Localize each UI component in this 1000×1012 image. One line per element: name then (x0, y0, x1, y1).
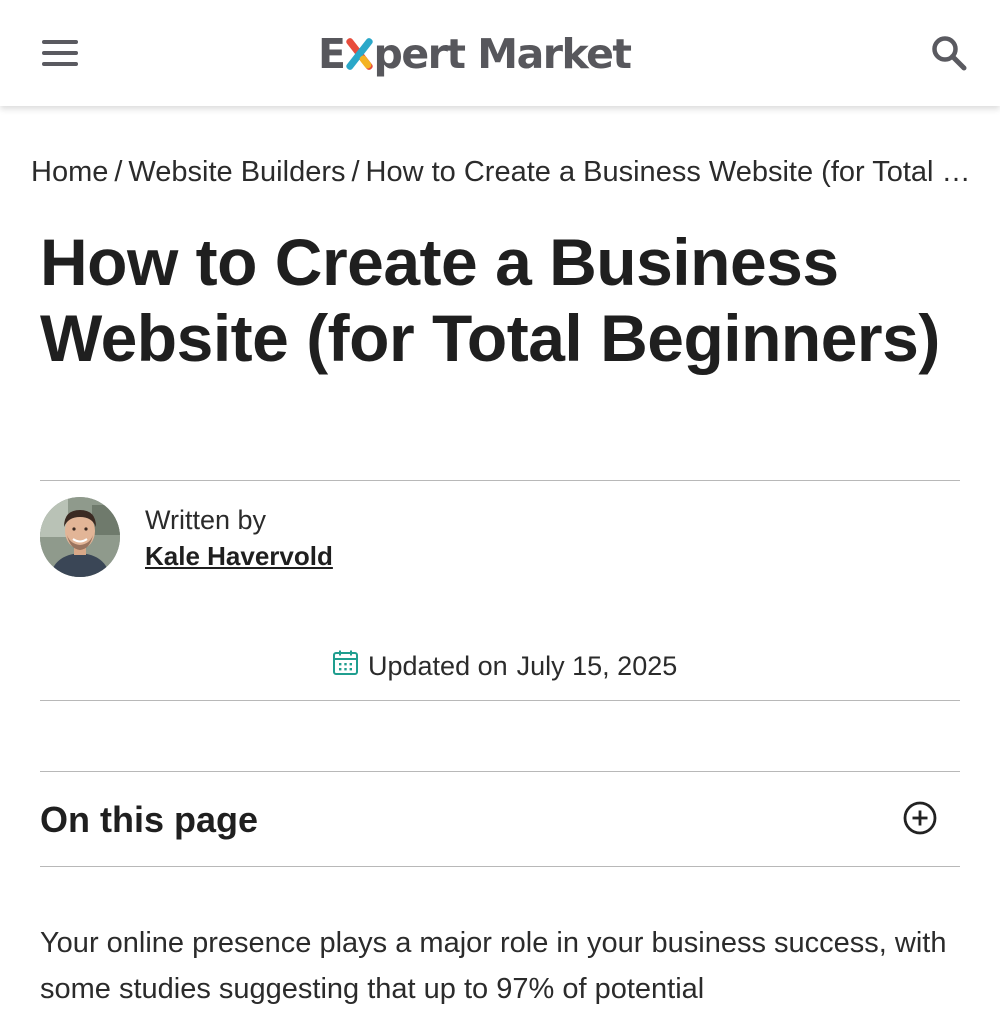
author-avatar[interactable] (40, 497, 120, 577)
toc-bottom-divider (40, 866, 960, 867)
breadcrumb-current: How to Create a Business Website (for To… (365, 156, 971, 188)
intro-paragraph: Your online presence plays a major role … (40, 927, 947, 1005)
toc-top-divider (40, 771, 960, 772)
breadcrumb-separator: / (351, 156, 360, 188)
hamburger-menu-icon[interactable] (40, 38, 80, 68)
breadcrumb-separator: / (114, 156, 123, 188)
breadcrumb: Home / Website Builders / How to Create a Bu… (31, 152, 971, 192)
divider (40, 700, 960, 701)
breadcrumb-website-builders[interactable]: Website Builders (128, 156, 345, 188)
updated-label: Updated on (368, 650, 508, 681)
written-by-label: Written by (145, 505, 267, 535)
logo-x-mark-icon (344, 36, 374, 72)
site-logo[interactable]: Epert Market (318, 26, 633, 82)
breadcrumb-home[interactable]: Home (31, 156, 108, 188)
site-header: Epert Market (0, 0, 1000, 106)
page-title: How to Create a Business Website (for To… (40, 225, 940, 375)
search-icon[interactable] (930, 34, 970, 74)
plus-circle-icon[interactable] (902, 800, 938, 836)
logo-text-start: E (318, 30, 346, 78)
toc-title[interactable]: On this page (40, 797, 258, 843)
calendar-icon (332, 649, 359, 683)
divider (40, 480, 960, 481)
updated-date-value: July 15, 2025 (516, 650, 678, 681)
updated-date: Updated on July 15, 2025 (332, 648, 677, 684)
logo-text-end: pert Market (373, 30, 633, 78)
author-link[interactable]: Kale Havervold (145, 538, 333, 574)
